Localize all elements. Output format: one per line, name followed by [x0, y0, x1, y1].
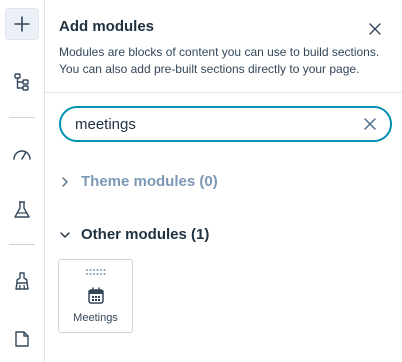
drag-handle-icon	[86, 269, 106, 275]
other-modules-toggle[interactable]: Other modules (1)	[59, 226, 209, 243]
close-icon	[369, 23, 381, 35]
panel-title: Add modules	[59, 18, 155, 35]
rail-divider	[9, 117, 35, 118]
brush-icon	[15, 272, 29, 290]
search-field[interactable]	[59, 106, 392, 142]
layers-tree-icon	[14, 73, 29, 91]
left-rail	[0, 0, 45, 362]
add-modules-panel: Add modules Modules are blocks of conten…	[45, 0, 402, 362]
app-root: Add modules Modules are blocks of conten…	[0, 0, 402, 362]
theme-button[interactable]	[5, 265, 39, 297]
calendar-icon	[88, 287, 104, 304]
page-button[interactable]	[5, 323, 39, 355]
chevron-right-icon	[62, 176, 68, 187]
gauge-icon	[13, 150, 31, 160]
close-button[interactable]	[366, 20, 384, 38]
panel-description: Modules are blocks of content you can us…	[59, 45, 380, 76]
search-input[interactable]	[75, 114, 345, 134]
clear-search-button[interactable]	[362, 116, 378, 132]
performance-button[interactable]	[5, 138, 39, 170]
module-card-meetings[interactable]: Meetings	[58, 259, 133, 333]
add-button[interactable]	[5, 8, 39, 40]
other-modules-label: Other modules (1)	[81, 226, 210, 243]
chevron-down-icon	[60, 231, 70, 238]
rail-divider	[9, 244, 35, 245]
panel-header: Add modules Modules are blocks of conten…	[45, 0, 402, 93]
module-label: Meetings	[73, 312, 118, 324]
page-icon	[15, 331, 29, 347]
theme-modules-label: Theme modules (0)	[81, 173, 218, 190]
clear-icon	[364, 118, 376, 130]
test-button[interactable]	[5, 194, 39, 226]
layers-button[interactable]	[5, 66, 39, 98]
add-icon	[14, 16, 30, 32]
theme-modules-toggle[interactable]: Theme modules (0)	[59, 173, 218, 190]
flask-icon	[14, 201, 30, 218]
